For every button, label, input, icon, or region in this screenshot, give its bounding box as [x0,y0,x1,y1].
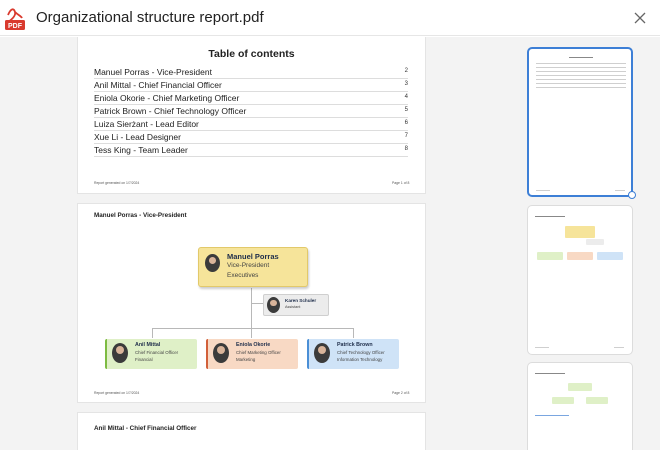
toc-entry-label: Eniola Okorie - Chief Marketing Officer [94,93,240,103]
thumbnail-line [536,75,626,76]
pdf-file-icon: PDF [5,8,25,30]
thumbnail-line [536,67,626,68]
document-title: Organizational structure report.pdf [36,9,264,26]
toc-entry[interactable]: Luiza Sierżant - Lead Editor 6 [94,119,408,131]
org-node-eniola-okorie[interactable]: Eniola Okorie Chief Marketing Officer Ma… [206,339,298,369]
toc-entry[interactable]: Anil Mittal - Chief Financial Officer 3 [94,80,408,92]
toc-entry[interactable]: Xue Li - Lead Designer 7 [94,132,408,144]
toc-entry-label: Manuel Porras - Vice-President [94,67,212,77]
connector-line [251,303,263,304]
node-name: Anil Mittal [135,342,161,348]
thumbnail-line [536,71,626,72]
close-icon[interactable] [632,10,648,26]
toc-entry-label: Luiza Sierżant - Lead Editor [94,119,199,129]
org-node-manuel-porras[interactable]: Manuel Porras Vice-President Executives [198,247,308,287]
thumbnail-line [535,415,569,416]
avatar [267,297,280,313]
node-title: Chief Technology Officer [337,350,385,355]
thumbnail-line [536,63,626,64]
thumbnail-line [615,190,625,191]
page-2: Manuel Porras - Vice-President Manuel Po… [77,203,426,403]
page-heading: Manuel Porras - Vice-President [94,212,187,219]
org-node-anil-mittal[interactable]: Anil Mittal Chief Financial Officer Fina… [105,339,197,369]
connector-line [251,328,252,338]
toc-entry-label: Xue Li - Lead Designer [94,132,181,142]
thumbnail-node [565,226,595,238]
thumbnail-line [535,347,549,348]
thumbnail-node [586,397,608,404]
toc-entry[interactable]: Eniola Okorie - Chief Marketing Officer 4 [94,93,408,105]
avatar [112,343,128,363]
node-name: Manuel Porras [227,252,279,261]
toc-entry-page: 5 [404,107,408,113]
toc-entry-label: Anil Mittal - Chief Financial Officer [94,80,222,90]
toc-entry-label: Patrick Brown - Chief Technology Officer [94,106,247,116]
thumbnail-line [535,216,565,217]
page-footer-number: Page 1 of 8 [392,181,410,185]
page-footer-number: Page 2 of 8 [392,391,410,395]
thumbnail-node [568,383,592,391]
pdf-badge-text: PDF [8,23,23,30]
org-node-patrick-brown[interactable]: Patrick Brown Chief Technology Officer I… [307,339,399,369]
toc-entry-label: Tess King - Team Leader [94,145,188,155]
thumbnail-node [567,252,593,260]
thumbnail-page-3[interactable] [527,362,633,450]
thumbnail-node [597,252,623,260]
page-footer-date: Report generated on 1/7/2024 [94,181,140,185]
toc-entry-page: 7 [404,133,408,139]
thumbnail-line [536,79,626,80]
toc-entry-page: 2 [404,68,408,74]
thumbnail-line [535,373,565,374]
node-title: Chief Financial Officer [135,350,179,355]
toc-entry[interactable]: Manuel Porras - Vice-President 2 [94,67,408,79]
thumbnail-page-1[interactable] [527,47,633,197]
thumbnail-line [536,190,550,191]
thumbnail-page-2[interactable] [527,205,633,355]
toc-entry[interactable]: Tess King - Team Leader 8 [94,145,408,157]
thumbnail-node [552,397,574,404]
node-name: Patrick Brown [337,342,373,348]
node-department: Financial [135,357,153,362]
selection-handle-icon[interactable] [628,191,636,199]
node-title: Chief Marketing Officer [236,350,281,355]
document-viewer[interactable]: Table of contents Manuel Porras - Vice-P… [0,37,660,450]
connector-line [353,328,354,338]
thumbnail-node [586,239,604,245]
toc-entry-page: 8 [404,146,408,152]
connector-line [152,328,153,338]
node-department: Marketing [236,357,256,362]
page-3: Anil Mittal - Chief Financial Officer [77,412,426,450]
node-name: Karen Schuler [285,298,317,303]
thumbnail-line [536,87,626,88]
thumbnail-line [569,57,593,58]
page-heading: Anil Mittal - Chief Financial Officer [94,425,197,432]
connector-line [152,328,353,329]
title-bar: PDF Organizational structure report.pdf [0,0,660,36]
toc-title: Table of contents [208,48,295,60]
toc-entry-page: 4 [404,94,408,100]
toc-entry-page: 6 [404,120,408,126]
org-node-karen-schuler[interactable]: Karen Schuler Assistant [263,294,329,316]
node-title: Assistant [285,305,301,309]
node-name: Eniola Okorie [236,342,271,348]
node-department: Executives [227,272,259,279]
page-footer-date: Report generated on 1/7/2024 [94,391,140,395]
node-title: Vice-President [227,262,270,269]
node-department: Information Technology [337,357,383,362]
connector-line [251,288,252,332]
toc-entry[interactable]: Patrick Brown - Chief Technology Officer… [94,106,408,118]
thumbnail-sidebar[interactable] [484,37,660,450]
page-1: Table of contents Manuel Porras - Vice-P… [77,37,426,194]
avatar [314,343,330,363]
avatar [213,343,229,363]
thumbnail-line [536,83,626,84]
thumbnail-node [537,252,563,260]
thumbnail-line [614,347,624,348]
avatar [205,254,220,272]
toc-entry-page: 3 [404,81,408,87]
